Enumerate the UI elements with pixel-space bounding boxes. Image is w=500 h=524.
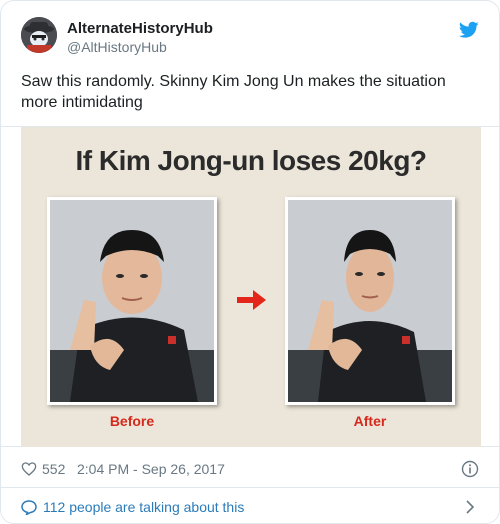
timestamp[interactable]: 2:04 PM - Sep 26, 2017: [77, 459, 225, 479]
tweet-media[interactable]: If Kim Jong-un loses 20kg? Before After: [1, 126, 499, 447]
arrow-right-icon: [237, 290, 266, 310]
heart-icon[interactable]: [21, 461, 37, 477]
like-count[interactable]: 552: [42, 459, 65, 479]
avatar[interactable]: [21, 17, 57, 53]
embedded-tweet-card: AlternateHistoryHub @AltHistoryHub Saw t…: [0, 0, 500, 524]
speech-bubble-icon: [21, 500, 37, 515]
chevron-right-icon[interactable]: [465, 500, 475, 514]
after-photo: [285, 197, 455, 405]
account-handle[interactable]: @AltHistoryHub: [67, 38, 213, 56]
tweet-text: Saw this randomly. Skinny Kim Jong Un ma…: [21, 73, 446, 111]
meme-image[interactable]: If Kim Jong-un loses 20kg? Before After: [21, 127, 481, 447]
meme-title: If Kim Jong-un loses 20kg?: [75, 145, 427, 176]
conversation-label[interactable]: 112 people are talking about this: [43, 497, 244, 517]
conversation-link[interactable]: 112 people are talking about this: [21, 497, 479, 517]
display-name[interactable]: AlternateHistoryHub: [67, 19, 213, 38]
before-caption: Before: [109, 413, 155, 429]
account-names: AlternateHistoryHub @AltHistoryHub: [67, 19, 213, 56]
tweet-header: AlternateHistoryHub @AltHistoryHub: [21, 17, 479, 61]
before-photo: [47, 197, 217, 405]
after-caption: After: [353, 413, 387, 429]
tweet-footer: 552 2:04 PM - Sep 26, 2017: [21, 459, 479, 479]
info-icon[interactable]: [461, 460, 479, 478]
footer-divider: [1, 487, 499, 488]
twitter-bird-icon[interactable]: [459, 21, 479, 39]
